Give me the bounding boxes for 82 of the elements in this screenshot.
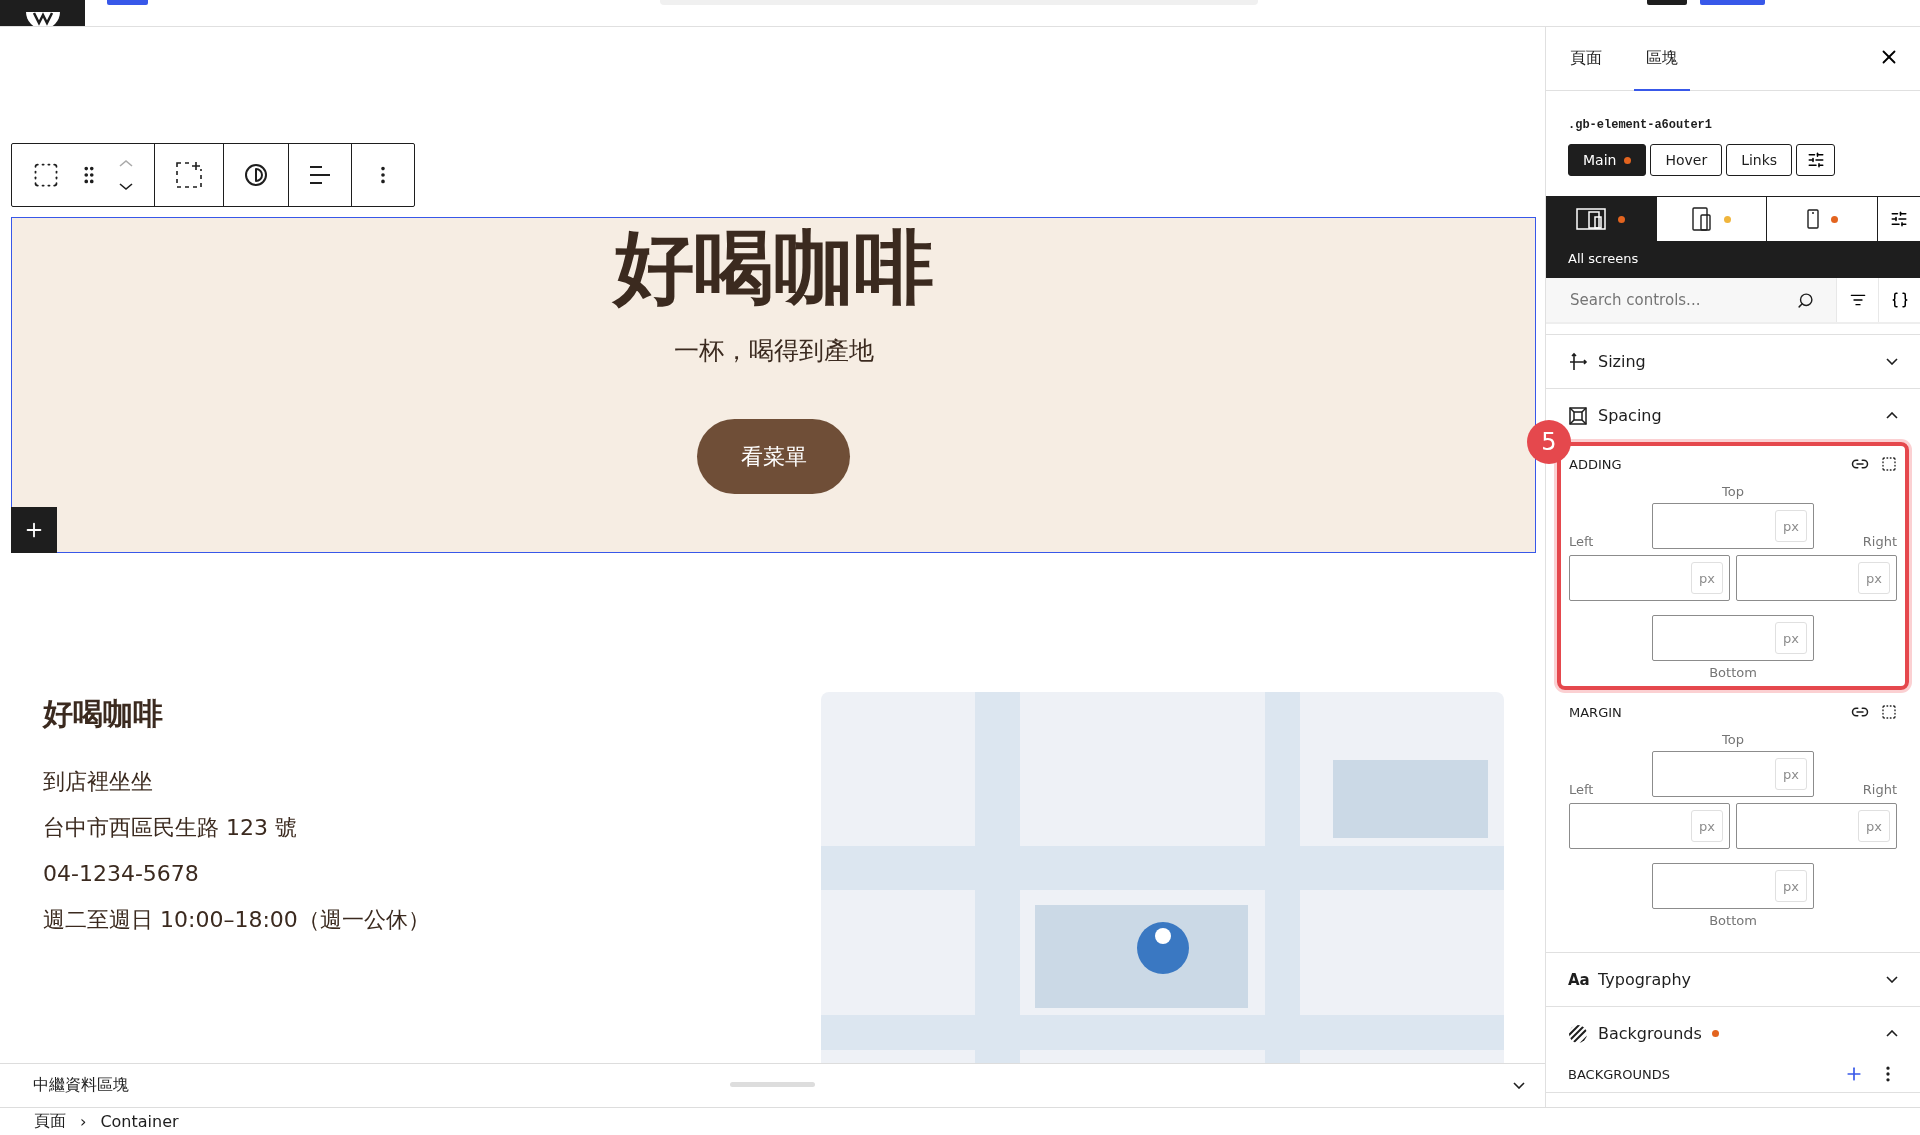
chevron-down-icon <box>1513 1082 1525 1089</box>
modified-dot <box>1711 1030 1719 1037</box>
class-name: .gb-element-a6outer1 <box>1568 118 1714 132</box>
box-icon[interactable] <box>1881 456 1897 472</box>
info-line: 04-1234-5678 <box>43 860 200 888</box>
search-input[interactable]: Search controls... <box>1568 290 1797 310</box>
unit-label: px <box>1775 870 1807 902</box>
side-label: Right <box>1861 782 1897 797</box>
section-title: Backgrounds <box>1598 1024 1876 1043</box>
search-field[interactable]: Search controls... <box>1546 278 1836 322</box>
breadcrumb-separator: › <box>80 1112 87 1131</box>
sidebar-tab[interactable]: 區塊 <box>1634 27 1690 91</box>
filter-icon <box>1849 292 1866 308</box>
info-line: 到店裡坐坐 <box>43 768 154 796</box>
search-icon <box>1797 291 1814 309</box>
state-tab[interactable]: Links <box>1726 144 1793 176</box>
unit-label: px <box>1775 622 1807 654</box>
unit-field[interactable]: px <box>1652 615 1814 661</box>
unit-field[interactable]: px <box>1736 803 1897 849</box>
device-tab[interactable] <box>1655 197 1767 241</box>
group-label: MARGIN <box>1569 704 1623 720</box>
spacing-icon <box>1568 405 1588 426</box>
side-label: Right <box>1861 534 1897 549</box>
contrast-icon[interactable] <box>244 163 268 187</box>
unit-label: px <box>1691 562 1723 594</box>
group-label: BACKGROUNDS <box>1568 1066 1672 1082</box>
unit-field[interactable]: px <box>1652 751 1814 797</box>
group-label: ADDING <box>1569 456 1623 472</box>
unit-field[interactable]: px <box>1652 863 1814 909</box>
state-tab[interactable]: Hover <box>1650 144 1723 176</box>
screens-icon <box>1576 208 1607 230</box>
unit-field[interactable]: px <box>1569 555 1730 601</box>
modified-dot <box>1624 156 1632 164</box>
unit-field[interactable]: px <box>1736 555 1897 601</box>
side-label: Bottom <box>1709 913 1757 928</box>
side-label: Left <box>1569 782 1595 797</box>
sliders-icon <box>1806 151 1825 169</box>
unit-field[interactable]: px <box>1652 503 1814 549</box>
phone-icon <box>1806 209 1819 229</box>
add-block-button[interactable] <box>11 507 57 553</box>
resize-handle[interactable] <box>730 1082 815 1087</box>
state-tab[interactable]: Main <box>1568 144 1647 176</box>
unit-label: px <box>1775 758 1807 790</box>
sizing-icon <box>1568 351 1588 372</box>
move-icon[interactable] <box>118 158 134 192</box>
add-container-icon[interactable] <box>175 161 203 189</box>
metadata-bar[interactable]: 中繼資料區塊 <box>0 1063 1545 1107</box>
block-icon[interactable] <box>32 161 60 189</box>
breadcrumb-link[interactable]: Container <box>100 1112 179 1131</box>
sidebar-tab[interactable]: 頁面 <box>1558 27 1614 91</box>
section-title: Spacing <box>1598 406 1663 425</box>
side-label: Left <box>1569 534 1595 549</box>
unit-label: px <box>1775 510 1807 542</box>
settings-button[interactable] <box>1877 197 1920 241</box>
side-label: Top <box>1722 484 1744 499</box>
logo-icon[interactable] <box>0 0 85 26</box>
unit-label: px <box>1858 810 1890 842</box>
hero-title: 好喝咖啡 <box>613 224 934 312</box>
section-title: Typography <box>1598 970 1692 989</box>
side-label: Top <box>1722 732 1744 747</box>
device-label: All screens <box>1567 250 1640 268</box>
unit-field[interactable]: px <box>1569 803 1730 849</box>
section-icon-text: Aa <box>1568 970 1588 989</box>
info-line: 台中市西區民生路 123 號 <box>43 814 298 842</box>
menu-button[interactable]: 看菜單 <box>697 419 850 494</box>
align-icon[interactable] <box>309 164 331 186</box>
side-label: Bottom <box>1709 665 1757 680</box>
settings-button[interactable] <box>1796 144 1836 176</box>
breadcrumb-link[interactable]: 頁面 <box>34 1111 66 1132</box>
stripes-icon <box>1568 1023 1588 1044</box>
unit-label: px <box>1691 810 1723 842</box>
hero-subtitle: 一杯，喝得到產地 <box>673 335 874 367</box>
box-icon[interactable] <box>1881 704 1897 720</box>
section-title: Sizing <box>1598 352 1647 371</box>
info-line: 週二至週日 10:00–18:00（週一公休） <box>43 906 431 934</box>
sliders-icon <box>1890 210 1908 228</box>
info-heading: 好喝咖啡 <box>43 695 164 733</box>
device-tab[interactable] <box>1766 197 1877 241</box>
braces-icon <box>1890 291 1909 309</box>
metadata-label: 中繼資料區塊 <box>33 1075 129 1096</box>
tablet-phone-icon <box>1692 207 1712 231</box>
unit-label: px <box>1858 562 1890 594</box>
